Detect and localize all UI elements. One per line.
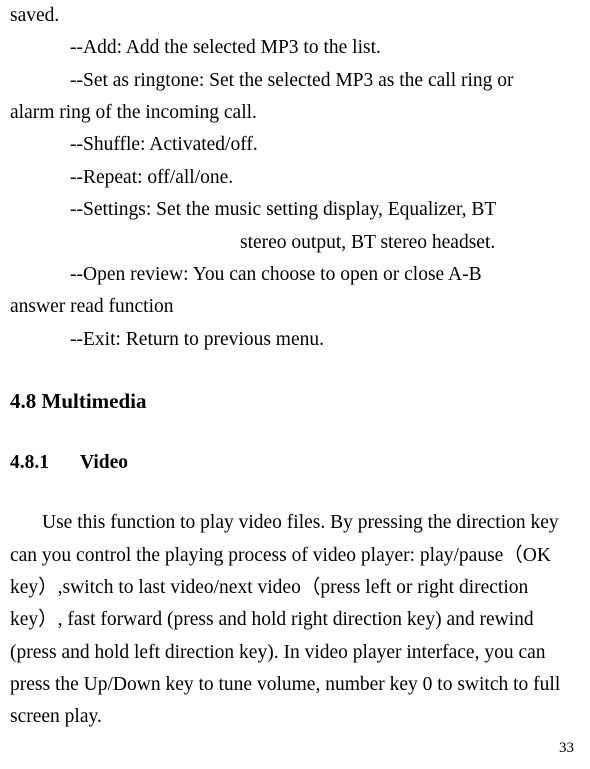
line-exit: --Exit: Return to previous menu. <box>10 324 580 356</box>
line-repeat: --Repeat: off/all/one. <box>10 162 580 194</box>
paragraph-video-body: Use this function to play video files. B… <box>10 507 580 734</box>
heading-video-label: Video <box>80 452 128 473</box>
line-ringtone-1: --Set as ringtone: Set the selected MP3 … <box>10 65 580 97</box>
line-openreview-2: answer read function <box>10 291 580 323</box>
heading-video: 4.8.1Video <box>10 447 580 479</box>
heading-multimedia: 4.8 Multimedia <box>10 384 580 419</box>
page-number: 33 <box>559 736 574 761</box>
line-add: --Add: Add the selected MP3 to the list. <box>10 32 580 64</box>
line-settings-2: stereo output, BT stereo headset. <box>10 227 580 259</box>
line-settings-1: --Settings: Set the music setting displa… <box>10 194 580 226</box>
line-openreview-1: --Open review: You can choose to open or… <box>10 259 580 291</box>
heading-video-number: 4.8.1 <box>10 447 80 479</box>
line-shuffle: --Shuffle: Activated/off. <box>10 129 580 161</box>
line-saved: saved. <box>10 0 580 32</box>
page: saved. --Add: Add the selected MP3 to th… <box>0 0 590 769</box>
line-ringtone-2: alarm ring of the incoming call. <box>10 97 580 129</box>
